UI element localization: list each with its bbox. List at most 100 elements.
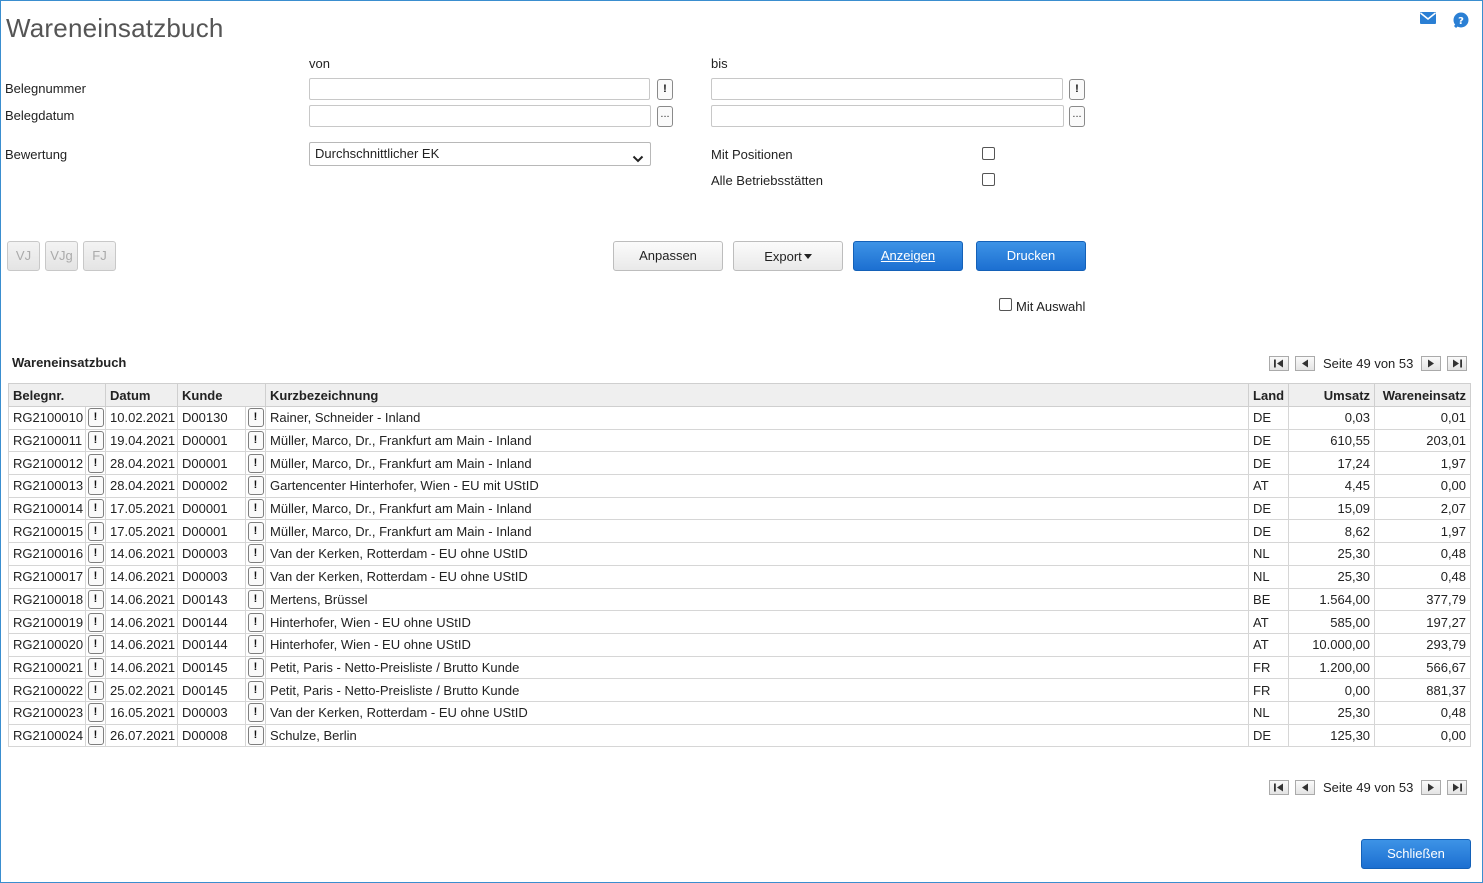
cell-belegnr[interactable]: RG2100014 — [8, 496, 86, 521]
kunde-lookup-button[interactable]: ! — [247, 657, 264, 677]
prev-page-icon[interactable] — [1295, 779, 1315, 795]
belegnr-lookup-button[interactable]: ! — [87, 544, 104, 564]
cell-kunde[interactable]: D00002 — [177, 474, 247, 498]
table-row[interactable]: RG2100024! 26.07.2021 D00008! Schulze, Berl… — [8, 723, 1472, 748]
vjg-button[interactable]: VJg — [45, 241, 78, 271]
belegnr-lookup-button[interactable]: ! — [87, 567, 104, 587]
table-row[interactable]: RG2100016! 14.06.2021 D00003! Van der Kerke… — [8, 542, 1472, 566]
cell-belegnr[interactable]: RG2100018 — [8, 587, 86, 612]
cell-kunde[interactable]: D00001 — [177, 451, 247, 476]
belegnr-lookup-button[interactable]: ! — [87, 453, 104, 473]
prev-page-icon[interactable] — [1295, 355, 1315, 371]
cell-belegnr[interactable]: RG2100011 — [8, 428, 86, 453]
belegnr-lookup-button[interactable]: ! — [87, 408, 104, 428]
col-header-datum[interactable]: Datum — [105, 383, 179, 407]
cell-kunde[interactable]: D00008 — [177, 723, 247, 748]
cell-belegnr[interactable]: RG2100024 — [8, 723, 86, 748]
table-row[interactable]: RG2100018! 14.06.2021 D00143! Mertens, Brüs… — [8, 587, 1472, 612]
kunde-lookup-button[interactable]: ! — [247, 521, 264, 541]
table-row[interactable]: RG2100021! 14.06.2021 D00145! Petit, Paris … — [8, 655, 1472, 680]
belegnr-lookup-button[interactable]: ! — [87, 589, 104, 609]
kunde-lookup-button[interactable]: ! — [247, 589, 264, 609]
kunde-lookup-button[interactable]: ! — [247, 431, 264, 451]
cell-kunde[interactable]: D00144 — [177, 632, 247, 657]
cell-belegnr[interactable]: RG2100020 — [8, 632, 86, 657]
table-row[interactable]: RG2100015! 17.05.2021 D00001! Müller, Marco… — [8, 519, 1472, 544]
cell-kunde[interactable]: D00145 — [177, 678, 247, 702]
belegnummer-bis-lookup-button[interactable]: ! — [1069, 79, 1085, 100]
table-row[interactable]: RG2100014! 17.05.2021 D00001! Müller, Marco… — [8, 496, 1472, 521]
first-page-icon[interactable] — [1269, 779, 1289, 795]
col-header-kurzbezeichnung[interactable]: Kurzbezeichnung — [265, 383, 1250, 407]
belegnr-lookup-button[interactable]: ! — [87, 521, 104, 541]
table-row[interactable]: RG2100022! 25.02.2021 D00145! Petit, Paris … — [8, 678, 1472, 702]
help-icon[interactable]: ? — [1452, 11, 1470, 29]
drucken-button[interactable]: Drucken — [976, 241, 1086, 271]
mit-auswahl-checkbox[interactable] — [999, 298, 1012, 311]
kunde-lookup-button[interactable]: ! — [247, 725, 264, 745]
table-row[interactable]: RG2100011! 19.04.2021 D00001! Müller, Marco… — [8, 428, 1472, 453]
cell-kunde[interactable]: D00144 — [177, 610, 247, 634]
cell-belegnr[interactable]: RG2100019 — [8, 610, 86, 634]
kunde-lookup-button[interactable]: ! — [247, 703, 264, 723]
kunde-lookup-button[interactable]: ! — [247, 453, 264, 473]
alle-betriebsstaetten-checkbox[interactable] — [982, 173, 995, 186]
cell-kunde[interactable]: D00001 — [177, 428, 247, 453]
belegnr-lookup-button[interactable]: ! — [87, 612, 104, 632]
table-row[interactable]: RG2100017! 14.06.2021 D00003! Van der Kerke… — [8, 564, 1472, 589]
last-page-icon[interactable] — [1447, 779, 1468, 795]
cell-kunde[interactable]: D00143 — [177, 587, 247, 612]
last-page-icon[interactable] — [1447, 355, 1468, 371]
bewertung-select[interactable]: Durchschnittlicher EK — [309, 142, 651, 166]
cell-kunde[interactable]: D00003 — [177, 700, 247, 725]
belegdatum-von-picker-button[interactable]: ... — [657, 106, 673, 127]
cell-kunde[interactable]: D00003 — [177, 542, 247, 566]
cell-belegnr[interactable]: RG2100012 — [8, 451, 86, 476]
export-button[interactable]: Export — [733, 241, 843, 271]
belegnr-lookup-button[interactable]: ! — [87, 635, 104, 655]
col-header-belegnr[interactable]: Belegnr. — [7, 383, 107, 407]
belegdatum-von-input[interactable] — [309, 105, 651, 127]
table-row[interactable]: RG2100010! 10.02.2021 D00130! Rainer, Schne… — [8, 406, 1472, 430]
mit-positionen-checkbox[interactable] — [982, 147, 995, 160]
col-header-land[interactable]: Land — [1248, 383, 1290, 407]
belegnummer-von-input[interactable] — [309, 78, 650, 100]
belegdatum-bis-input[interactable] — [711, 105, 1064, 127]
kunde-lookup-button[interactable]: ! — [247, 476, 264, 496]
cell-belegnr[interactable]: RG2100021 — [8, 655, 86, 680]
cell-belegnr[interactable]: RG2100013 — [8, 474, 86, 498]
belegnr-lookup-button[interactable]: ! — [87, 680, 104, 700]
belegnr-lookup-button[interactable]: ! — [87, 725, 104, 745]
table-row[interactable]: RG2100023! 16.05.2021 D00003! Van der Kerke… — [8, 700, 1472, 725]
belegnummer-bis-input[interactable] — [711, 78, 1063, 100]
belegnr-lookup-button[interactable]: ! — [87, 476, 104, 496]
cell-kunde[interactable]: D00145 — [177, 655, 247, 680]
belegnr-lookup-button[interactable]: ! — [87, 703, 104, 723]
kunde-lookup-button[interactable]: ! — [247, 499, 264, 519]
belegdatum-bis-picker-button[interactable]: ... — [1069, 106, 1085, 127]
fj-button[interactable]: FJ — [83, 241, 116, 271]
cell-kunde[interactable]: D00130 — [177, 406, 247, 430]
table-row[interactable]: RG2100020! 14.06.2021 D00144! Hinterhofer, … — [8, 632, 1472, 657]
belegnr-lookup-button[interactable]: ! — [87, 657, 104, 677]
cell-belegnr[interactable]: RG2100022 — [8, 678, 86, 702]
belegnummer-von-lookup-button[interactable]: ! — [657, 79, 673, 100]
belegnr-lookup-button[interactable]: ! — [87, 499, 104, 519]
cell-belegnr[interactable]: RG2100016 — [8, 542, 86, 566]
cell-belegnr[interactable]: RG2100023 — [8, 700, 86, 725]
cell-belegnr[interactable]: RG2100015 — [8, 519, 86, 544]
anpassen-button[interactable]: Anpassen — [613, 241, 723, 271]
vj-button[interactable]: VJ — [7, 241, 40, 271]
kunde-lookup-button[interactable]: ! — [247, 544, 264, 564]
table-row[interactable]: RG2100013! 28.04.2021 D00002! Gartencenter … — [8, 474, 1472, 498]
kunde-lookup-button[interactable]: ! — [247, 567, 264, 587]
mail-icon[interactable] — [1419, 11, 1437, 29]
col-header-kunde[interactable]: Kunde — [177, 383, 267, 407]
anzeigen-button[interactable]: Anzeigen — [853, 241, 963, 271]
cell-kunde[interactable]: D00001 — [177, 496, 247, 521]
first-page-icon[interactable] — [1269, 355, 1289, 371]
kunde-lookup-button[interactable]: ! — [247, 612, 264, 632]
kunde-lookup-button[interactable]: ! — [247, 635, 264, 655]
next-page-icon[interactable] — [1421, 355, 1442, 371]
kunde-lookup-button[interactable]: ! — [247, 408, 264, 428]
